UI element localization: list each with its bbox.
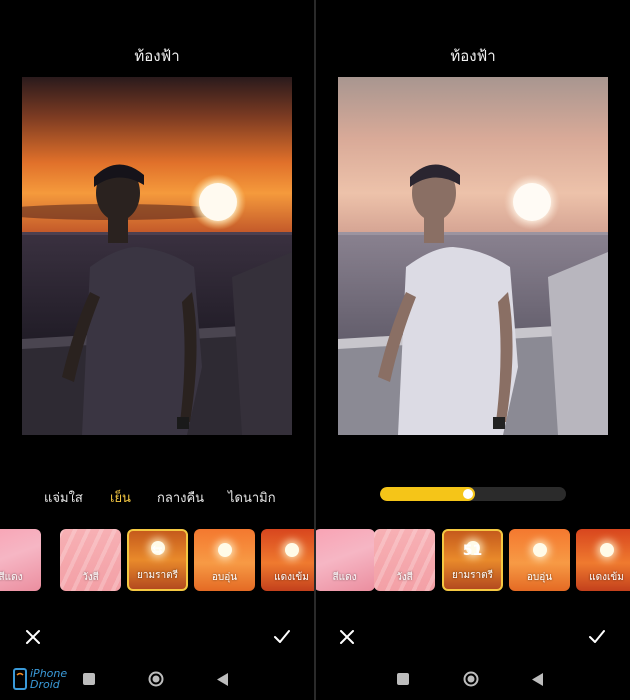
back-button[interactable] — [527, 668, 549, 690]
home-button[interactable] — [460, 668, 482, 690]
tab-evening[interactable]: เย็น — [110, 487, 131, 508]
preset-warm[interactable]: อบอุ่น — [194, 529, 255, 591]
preset-strip: สีแดง วังสี ⇆ ยามราตรี อบอุ่น แดงเข้ม — [0, 529, 314, 591]
slider-fill — [380, 487, 475, 501]
tab-night[interactable]: กลางคืน — [157, 487, 204, 508]
sun-icon — [217, 543, 232, 557]
cancel-button[interactable] — [18, 622, 48, 652]
check-icon — [274, 630, 290, 643]
sun-icon — [599, 543, 614, 557]
preset-warm[interactable]: อบอุ่น — [509, 529, 570, 591]
photo-preview[interactable] — [22, 77, 292, 435]
home-button[interactable] — [145, 668, 167, 690]
action-bar — [0, 622, 314, 652]
editor-panel-after: ท้องฟ้า สีแดง วังสี 51 ยามราตรี อบอุ่น แ… — [316, 0, 630, 700]
close-icon — [26, 630, 40, 644]
preset-deep-red[interactable]: แดงเข้ม — [576, 529, 630, 591]
preset-rays[interactable]: วังสี — [374, 529, 435, 591]
sun-icon — [532, 543, 547, 557]
square-icon — [83, 673, 95, 685]
adjust-icon: ⇆ — [152, 543, 163, 558]
circle-icon — [148, 671, 164, 687]
action-bar — [316, 622, 630, 652]
preset-rays[interactable]: วังสี — [60, 529, 121, 591]
preset-label: วังสี — [82, 572, 99, 583]
system-nav-bar — [316, 668, 630, 690]
photo-preview[interactable] — [338, 77, 608, 435]
slider-handle[interactable] — [463, 489, 473, 499]
square-icon — [397, 673, 409, 685]
preset-value: 51 — [462, 543, 483, 559]
screen-title: ท้องฟ้า — [450, 47, 496, 65]
recents-button[interactable] — [392, 668, 414, 690]
preset-label: วังสี — [396, 572, 413, 583]
preset-label: สีแดง — [0, 572, 23, 583]
photo-image — [338, 77, 608, 435]
close-icon — [340, 630, 354, 644]
preset-label: ยามราตรี — [137, 570, 178, 581]
cancel-button[interactable] — [332, 622, 362, 652]
preset-dusk[interactable]: ⇆ ยามราตรี — [127, 529, 188, 591]
category-tabs: แจ่มใส เย็น กลางคืน ไดนามิก — [0, 487, 314, 507]
preset-strip: สีแดง วังสี 51 ยามราตรี อบอุ่น แดงเข้ม — [316, 529, 630, 591]
triangle-back-icon — [217, 672, 228, 686]
preset-red[interactable]: สีแดง — [316, 529, 375, 591]
triangle-back-icon — [532, 672, 543, 686]
preset-label: ยามราตรี — [452, 570, 493, 581]
intensity-slider[interactable] — [380, 487, 566, 501]
confirm-button[interactable] — [267, 622, 297, 652]
preset-label: อบอุ่น — [526, 572, 553, 583]
photo-image — [22, 77, 292, 435]
back-button[interactable] — [212, 668, 234, 690]
preset-dusk[interactable]: 51 ยามราตรี — [442, 529, 503, 591]
circle-icon — [463, 671, 479, 687]
sun-icon — [284, 543, 299, 557]
preset-deep-red[interactable]: แดงเข้ม — [261, 529, 314, 591]
preset-label: อบอุ่น — [211, 572, 238, 583]
watermark-logo: iPhone Droid — [12, 664, 72, 694]
editor-panel-before: ท้องฟ้า แจ่มใส เย็น กลางคืน ไดนามิก สีแด… — [0, 0, 314, 700]
preset-label: สีแดง — [332, 572, 357, 583]
watermark-text: iPhone Droid — [30, 667, 68, 691]
screen-title: ท้องฟ้า — [134, 47, 180, 65]
preset-label: แดงเข้ม — [589, 572, 624, 583]
tab-dynamic[interactable]: ไดนามิก — [228, 487, 276, 508]
phone-logo-icon — [13, 668, 27, 690]
preset-label: แดงเข้ม — [274, 572, 309, 583]
preset-red[interactable]: สีแดง — [0, 529, 41, 591]
check-icon — [589, 630, 605, 643]
recents-button[interactable] — [78, 668, 100, 690]
confirm-button[interactable] — [582, 622, 612, 652]
tab-clear[interactable]: แจ่มใส — [44, 487, 83, 508]
